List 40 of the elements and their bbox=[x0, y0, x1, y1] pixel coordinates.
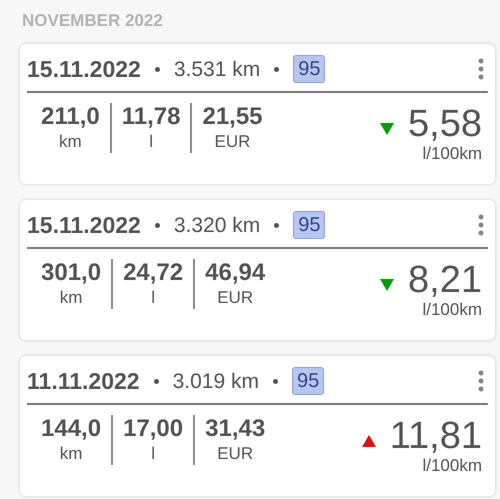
odometer-reading: 3.531 km bbox=[174, 56, 260, 82]
stat-unit: km bbox=[60, 286, 82, 308]
section-title: NOVEMBER 2022 bbox=[22, 11, 163, 30]
odometer-reading: 3.019 km bbox=[172, 368, 259, 394]
odometer-reading: 3.320 km bbox=[174, 212, 260, 238]
fuel-type-tag: 95 bbox=[292, 367, 324, 396]
consumption-unit: l/100km bbox=[422, 142, 482, 164]
stat-value: 46,94 bbox=[205, 258, 266, 286]
consumption-unit: l/100km bbox=[422, 298, 482, 320]
entry-date: 15.11.2022 bbox=[27, 55, 141, 84]
stat-unit: EUR bbox=[217, 442, 254, 464]
consumption-unit: l/100km bbox=[422, 454, 482, 476]
fuel-entry-card[interactable]: 15.11.2022 3.531 km 95 211,0 km 11,78 l 21,55 EUR 5,58 l/100km bbox=[20, 44, 495, 184]
consumption-value: 5,58 bbox=[408, 104, 482, 142]
stat-unit: km bbox=[59, 130, 82, 152]
stat-value: 24,72 bbox=[123, 258, 184, 286]
stat-unit: EUR bbox=[217, 286, 254, 308]
more-options-icon[interactable] bbox=[478, 58, 484, 80]
entry-date: 15.11.2022 bbox=[27, 211, 141, 240]
fuel-entry-card[interactable]: 11.11.2022 3.019 km 95 144,0 km 17,00 l 31,43 EUR 11,81 l/100km bbox=[20, 356, 495, 496]
fuel-type-tag: 95 bbox=[293, 55, 326, 84]
stat-unit: l bbox=[151, 442, 155, 464]
stat-value: 144,0 bbox=[41, 414, 102, 442]
entry-date: 11.11.2022 bbox=[27, 367, 140, 396]
stat-value: 21,55 bbox=[202, 102, 263, 130]
stat-unit: km bbox=[60, 442, 82, 464]
fuel-entry-card[interactable]: 15.11.2022 3.320 km 95 301,0 km 24,72 l 46,94 EUR 8,21 l/100km bbox=[20, 200, 495, 340]
consumption-value: 11,81 bbox=[390, 416, 482, 454]
more-options-icon[interactable] bbox=[478, 370, 484, 392]
consumption-value: 8,21 bbox=[408, 260, 482, 298]
stat-value: 301,0 bbox=[41, 258, 102, 286]
fuel-type-tag: 95 bbox=[293, 211, 326, 240]
stat-unit: EUR bbox=[214, 130, 250, 152]
stat-value: 17,00 bbox=[123, 414, 184, 442]
stat-unit: l bbox=[151, 286, 155, 308]
more-options-icon[interactable] bbox=[478, 214, 484, 236]
stat-value: 211,0 bbox=[41, 102, 100, 130]
stat-unit: l bbox=[149, 130, 153, 152]
stat-value: 31,43 bbox=[205, 414, 266, 442]
stat-value: 11,78 bbox=[122, 102, 180, 130]
